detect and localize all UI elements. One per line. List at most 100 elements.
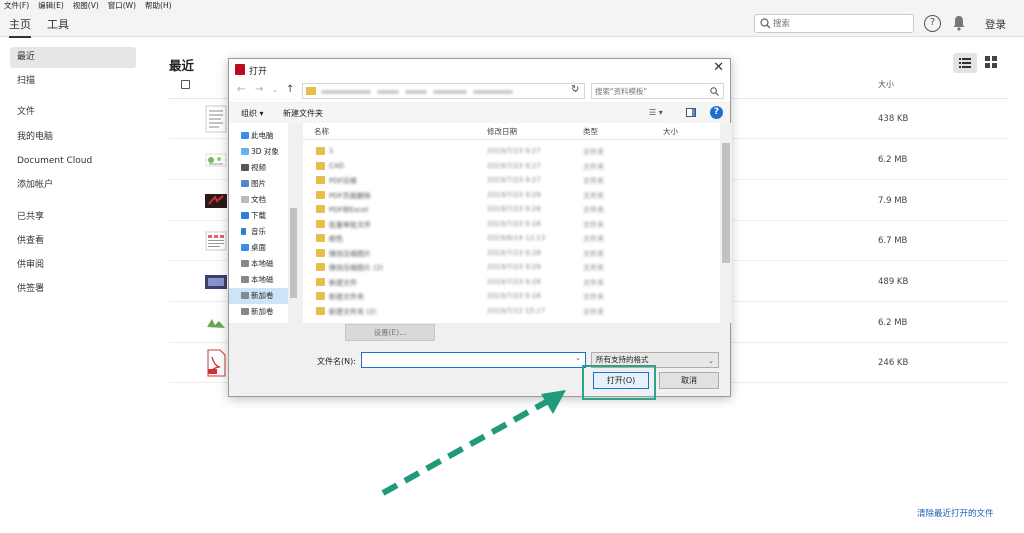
file-thumbnail (205, 105, 227, 133)
file-row[interactable]: 颜色 2019/8/14 12:13 文件夹 (303, 231, 718, 246)
file-list-header: 名称 修改日期 类型 大小 (303, 123, 732, 140)
pdf-file-icon (207, 349, 226, 377)
help-icon[interactable]: ? (710, 106, 723, 119)
filename-field[interactable]: ⌄ (361, 352, 586, 368)
filename-input[interactable] (364, 354, 564, 366)
sidebar-item-for-review[interactable]: 供审阅 (10, 255, 136, 276)
sidebar-item-for-view[interactable]: 供查看 (10, 231, 136, 252)
file-row[interactable]: 微信压缩图片 2019/7/23 9:28 文件夹 (303, 246, 718, 261)
column-date[interactable]: 修改日期 (487, 126, 517, 137)
view-options-icon[interactable]: ☰ ▾ (649, 108, 663, 117)
folder-icon (316, 176, 325, 184)
grid-view-icon[interactable] (984, 55, 998, 69)
clear-recent-link[interactable]: 清除最近打开的文件 (917, 507, 994, 519)
folder-icon (316, 190, 325, 199)
file-thumbnail (205, 153, 227, 167)
tab-tools[interactable]: 工具 (47, 16, 69, 32)
open-button-highlight (582, 365, 656, 400)
sidebar-item-my-computer[interactable]: 我的电脑 (10, 127, 136, 148)
filename-label: 文件名(N): (317, 357, 356, 366)
file-row[interactable]: PDF压缩 2019/7/23 9:27 文件夹 (303, 173, 718, 188)
size-column-header[interactable]: 大小 (878, 79, 894, 90)
search-input[interactable] (773, 17, 908, 30)
file-list-scrollbar[interactable] (720, 123, 732, 323)
music-icon (241, 228, 246, 235)
list-view-icon (959, 58, 971, 68)
forward-icon[interactable]: → (255, 84, 263, 95)
file-row[interactable]: 新建文件夹 (2) 2019/7/12 15:17 文件夹 (303, 304, 718, 319)
menu-file[interactable]: 文件(F) (4, 0, 29, 11)
organize-menu[interactable]: 组织 ▾ (241, 108, 264, 119)
menu-help[interactable]: 帮助(H) (145, 0, 172, 11)
list-view-button[interactable] (953, 53, 977, 73)
back-icon[interactable]: ← (237, 84, 245, 95)
file-row[interactable]: PDF页面删除 2019/7/23 9:28 文件夹 (303, 188, 718, 203)
scrollbar-thumb[interactable] (722, 143, 730, 263)
tree-item-desktop[interactable]: 桌面 (241, 240, 266, 256)
help-icon[interactable]: ? (924, 15, 941, 32)
login-button[interactable]: 登录 (985, 17, 1006, 32)
scrollbar-thumb[interactable] (290, 208, 297, 298)
file-row[interactable]: 1 2019/7/23 9:27 文件夹 (303, 144, 718, 159)
menu-edit[interactable]: 编辑(E) (38, 0, 64, 11)
cancel-button[interactable]: 取消 (659, 372, 719, 389)
preview-pane-icon[interactable] (686, 108, 696, 117)
sidebar-item-shared[interactable]: 已共享 (10, 207, 136, 228)
video-icon (241, 164, 249, 171)
search-icon (760, 18, 771, 29)
dialog-search-input[interactable] (595, 85, 705, 97)
drive-icon (241, 308, 249, 315)
tree-item-downloads[interactable]: 下载 (241, 208, 266, 224)
tree-item-documents[interactable]: 文档 (241, 192, 266, 208)
tree-item-pictures[interactable]: 图片 (241, 176, 266, 192)
settings-button[interactable]: 设置(E)... (345, 324, 435, 341)
sidebar-item-scan[interactable]: 扫描 (10, 71, 136, 92)
search-box[interactable] (754, 14, 914, 33)
file-row[interactable]: 微信压缩图片 (2) 2019/7/23 9:28 文件夹 (303, 260, 718, 275)
menu-view[interactable]: 视图(V) (73, 0, 99, 11)
column-name[interactable]: 名称 (314, 126, 329, 137)
chevron-down-icon[interactable]: ⌄ (272, 86, 278, 94)
sidebar-item-for-sign[interactable]: 供签署 (10, 279, 136, 300)
close-icon[interactable]: ✕ (713, 60, 724, 75)
sidebar-item-document-cloud[interactable]: Document Cloud (10, 151, 136, 172)
tab-home[interactable]: 主页 (9, 16, 31, 38)
file-row[interactable]: 新建文件 2019/7/23 9:28 文件夹 (303, 275, 718, 290)
file-row[interactable]: 批量审批文件 2019/7/23 9:28 文件夹 (303, 217, 718, 232)
top-nav: 主页 工具 ? 登录 (0, 11, 1024, 38)
select-all-checkbox[interactable] (181, 80, 190, 89)
path-breadcrumb[interactable]: ⌄ (302, 83, 585, 99)
dialog-title-bar: 打开 ✕ (229, 59, 730, 80)
tree-item-video[interactable]: 视频 (241, 160, 266, 176)
sidebar-item-add-account[interactable]: 添加帐户 (10, 175, 136, 196)
computer-icon (241, 132, 249, 139)
file-size: 489 KB (878, 277, 909, 287)
folder-icon (316, 306, 325, 315)
tree-item-music[interactable]: 音乐 (241, 224, 266, 240)
sidebar-item-recent[interactable]: 最近 (10, 47, 136, 68)
desktop-icon (241, 244, 249, 251)
tree-scrollbar[interactable] (288, 123, 299, 323)
folder-icon (316, 248, 325, 257)
tree-item-this-pc[interactable]: 此电脑 (241, 128, 274, 144)
up-icon[interactable]: ↑ (286, 84, 294, 95)
file-thumbnail (206, 316, 226, 330)
refresh-icon[interactable]: ↻ (571, 84, 579, 95)
file-row[interactable]: 新建文件夹 2019/7/23 9:28 文件夹 (303, 289, 718, 304)
new-folder-button[interactable]: 新建文件夹 (283, 108, 323, 119)
chevron-down-icon[interactable]: ⌄ (575, 354, 581, 362)
tree-item-local-disk[interactable]: 本地磁 (241, 272, 274, 288)
menu-window[interactable]: 窗口(W) (108, 0, 136, 11)
sidebar-item-files[interactable]: 文件 (10, 102, 136, 123)
file-row[interactable]: PDF转Excel 2019/7/23 9:28 文件夹 (303, 202, 718, 217)
acrobat-icon (235, 64, 245, 75)
bell-icon[interactable] (952, 15, 966, 31)
tree-item-local-disk[interactable]: 本地磁 (241, 256, 274, 272)
folder-icon (316, 205, 325, 213)
column-size[interactable]: 大小 (663, 126, 678, 137)
column-type[interactable]: 类型 (583, 126, 598, 137)
dialog-search-box[interactable] (591, 83, 724, 99)
tree-item-3d[interactable]: 3D 对象 (241, 144, 279, 160)
file-row[interactable]: CAD 2019/7/23 9:27 文件夹 (303, 159, 718, 174)
tree-item-new-volume[interactable]: 新加卷 (241, 304, 274, 320)
